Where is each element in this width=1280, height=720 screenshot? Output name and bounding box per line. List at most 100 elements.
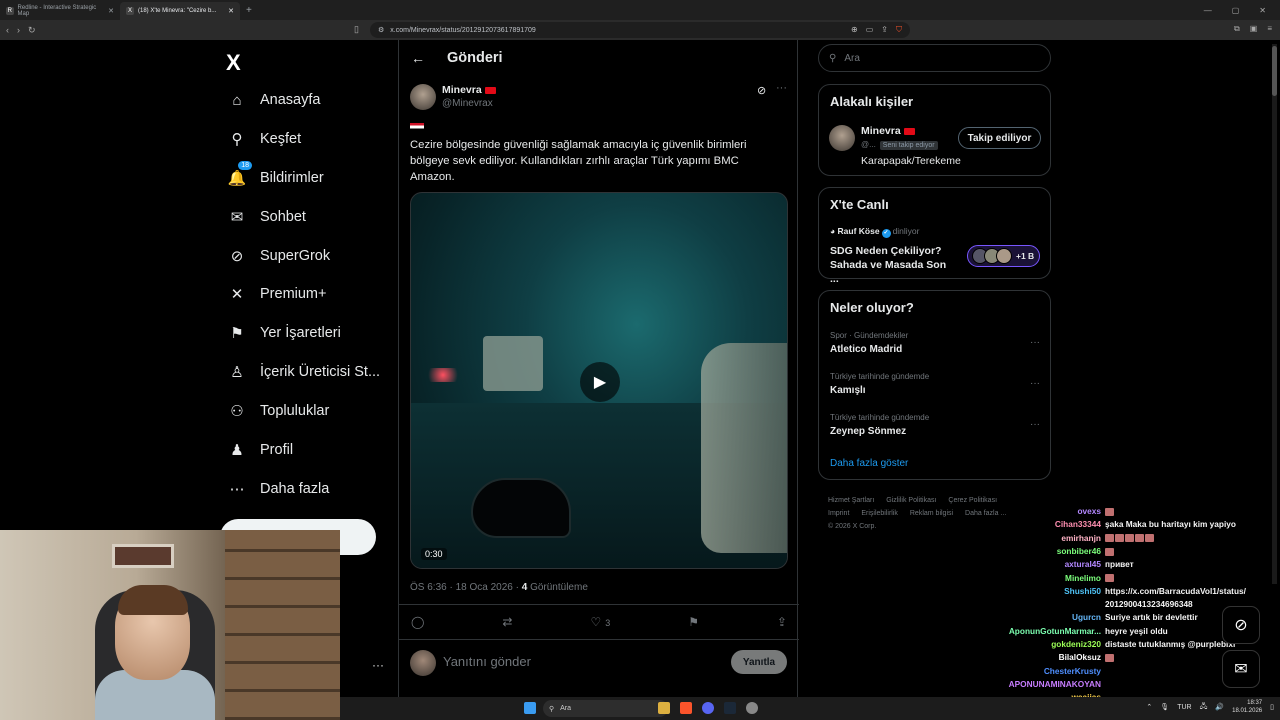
live-card[interactable]: X'te Canlı ◕ Rauf Köse ✓ dinliyor SDG Nede… — [818, 187, 1051, 285]
site-info-icon[interactable]: ⚙ — [378, 26, 384, 34]
footer-link[interactable]: Reklam bilgisi — [910, 510, 953, 517]
chat-username[interactable]: AponunGotunMarmar... — [990, 625, 1105, 638]
chat-username[interactable]: sonbiber46 — [990, 545, 1105, 558]
show-more-link[interactable]: Daha fazla göster — [830, 458, 908, 469]
volume-icon[interactable]: 🔊 — [1215, 703, 1224, 711]
zoom-icon[interactable]: ⊕ — [851, 25, 858, 35]
footer-link[interactable]: Imprint — [828, 510, 849, 517]
extensions-icon[interactable]: ⧉ — [1234, 24, 1240, 34]
notification-icon[interactable]: ▯ — [1270, 703, 1274, 711]
folder-icon[interactable] — [658, 702, 670, 714]
forward-nav-icon[interactable]: › — [17, 25, 20, 35]
live-listeners-pill[interactable]: +1 B — [967, 245, 1040, 267]
reload-icon[interactable]: ↻ — [28, 25, 36, 36]
new-tab-icon[interactable]: + — [240, 2, 258, 20]
browser-tab-x[interactable]: X (18) X'te Minevra: "Cezire b... ✕ — [120, 2, 240, 20]
messages-overlay-icon[interactable]: ✉ — [1222, 650, 1260, 688]
chat-username[interactable]: Cihan33344 — [990, 518, 1105, 531]
chat-username[interactable]: APONUNAMINAKOYAN — [990, 678, 1105, 691]
app-icon[interactable] — [746, 702, 758, 714]
discord-icon[interactable] — [702, 702, 714, 714]
trend-more-icon[interactable]: ··· — [1030, 378, 1040, 389]
browser-tab-redline[interactable]: R Redline - Interactive Strategic Map ✕ — [0, 2, 120, 20]
url-field[interactable]: ⚙ x.com/Minevrax/status/2012912073617891… — [370, 22, 910, 38]
author-name[interactable]: Minevra — [442, 84, 496, 96]
language-indicator[interactable]: TUR — [1177, 704, 1191, 711]
nav-item-premium[interactable]: ✕ Premium+ — [228, 281, 327, 307]
post-timestamp[interactable]: ÖS 6:36 · 18 Oca 2026 · — [410, 582, 522, 593]
chat-username[interactable]: axtural45 — [990, 558, 1105, 571]
wallet-icon[interactable]: ▣ — [1250, 24, 1258, 34]
nav-item-bildirimler[interactable]: 🔔 18 Bildirimler — [228, 161, 324, 191]
x-logo-icon[interactable]: X — [226, 50, 241, 76]
following-button[interactable]: Takip ediliyor — [958, 127, 1041, 149]
nav-item-keşfet[interactable]: ⚲ Keşfet — [228, 126, 302, 152]
reply-button[interactable]: Yanıtla — [731, 650, 787, 674]
chat-username[interactable]: emirhanjn — [990, 532, 1105, 545]
play-icon[interactable]: ▶ — [580, 362, 620, 402]
windows-start-icon[interactable] — [524, 702, 536, 714]
grok-overlay-icon[interactable]: ⊘ — [1222, 606, 1260, 644]
chat-username[interactable] — [990, 598, 1105, 611]
search-input[interactable]: ⚲ Ara — [818, 44, 1051, 72]
back-arrow-icon[interactable]: ← — [411, 50, 425, 66]
chat-username[interactable]: ChesterKrusty — [990, 665, 1105, 678]
nav-item-anasayfa[interactable]: ⌂ Anasayfa — [228, 87, 320, 113]
author-handle[interactable]: @Minevrax — [442, 98, 493, 109]
more-options-icon[interactable]: ··· — [776, 82, 787, 94]
share-icon[interactable]: ⇪ — [881, 25, 888, 35]
taskbar-search[interactable]: ⚲ Ara — [543, 700, 668, 717]
trend-more-icon[interactable]: ··· — [1030, 419, 1040, 430]
close-window-icon[interactable]: ✕ — [1259, 6, 1266, 15]
cast-icon[interactable]: ▭ — [866, 25, 874, 35]
nav-item-sohbet[interactable]: ✉ Sohbet — [228, 204, 306, 230]
mic-icon[interactable]: 🎙 — [1160, 703, 1169, 711]
network-icon[interactable]: 🖧 — [1200, 702, 1208, 713]
nav-item-yer-i-şaretleri[interactable]: ⚑ Yer İşaretleri — [228, 320, 341, 346]
chat-username[interactable]: gokdeniz320 — [990, 638, 1105, 651]
close-tab-icon[interactable]: ✕ — [228, 7, 234, 15]
footer-link[interactable]: Gizlilik Politikası — [886, 497, 936, 504]
back-nav-icon[interactable]: ‹ — [6, 25, 9, 35]
menu-icon[interactable]: ≡ — [1267, 24, 1272, 34]
trend-item[interactable]: Spor · Gündemdekiler Atletico Madrid ··· — [830, 331, 1040, 355]
nav-item-supergrok[interactable]: ⊘ SuperGrok — [228, 243, 330, 269]
related-name[interactable]: Minevra — [861, 125, 915, 137]
trend-item[interactable]: Türkiye tarihinde gündemde Kamışlı ··· — [830, 372, 1040, 396]
bookmark-icon[interactable]: ⚑ — [688, 615, 699, 629]
reply-icon[interactable]: ◯ — [411, 615, 424, 629]
close-tab-icon[interactable]: ✕ — [108, 7, 114, 15]
author-avatar[interactable] — [410, 84, 436, 110]
scrollbar-thumb[interactable] — [1272, 46, 1277, 96]
bookmark-page-icon[interactable]: ▯ — [354, 24, 359, 35]
reply-input[interactable]: Yanıtını gönder — [443, 654, 531, 669]
chat-username[interactable]: Shushi50 — [990, 585, 1105, 598]
chat-username[interactable]: ovexs — [990, 505, 1105, 518]
chat-username[interactable]: Ugurcn — [990, 611, 1105, 624]
nav-item-i-çerik-üreticisi-st[interactable]: ♙ İçerik Üreticisi St... — [228, 359, 380, 385]
brave-icon[interactable] — [680, 702, 692, 714]
nav-item-daha-fazla[interactable]: ⋯ Daha fazla — [228, 476, 330, 502]
clock[interactable]: 18:37 18.01.2026 — [1232, 699, 1262, 715]
trend-item[interactable]: Türkiye tarihinde gündemde Zeynep Sönmez… — [830, 413, 1040, 437]
like-button[interactable]: ♡ 3 — [590, 615, 610, 629]
share-icon[interactable]: ⇪ — [777, 615, 787, 629]
maximize-icon[interactable]: ▢ — [1232, 6, 1240, 15]
grok-icon[interactable]: ⊘ — [757, 84, 766, 97]
video-player[interactable]: ▶ 0:30 — [410, 192, 788, 569]
tray-expand-icon[interactable]: ⌃ — [1146, 703, 1152, 711]
chat-username[interactable]: BilalOksuz — [990, 651, 1105, 664]
brave-shield-icon[interactable]: ⛉ — [896, 25, 902, 35]
steam-icon[interactable] — [724, 702, 736, 714]
nav-item-profil[interactable]: ♟ Profil — [228, 437, 293, 463]
trend-more-icon[interactable]: ··· — [1030, 337, 1040, 348]
repost-icon[interactable]: ⇄ — [502, 615, 512, 629]
footer-link[interactable]: Hizmet Şartları — [828, 497, 874, 504]
chat-username[interactable]: Minelimo — [990, 572, 1105, 585]
nav-item-topluluklar[interactable]: ⚇ Topluluklar — [228, 398, 329, 424]
related-avatar[interactable] — [829, 125, 855, 151]
minimize-icon[interactable]: — — [1204, 6, 1212, 15]
user-avatar[interactable] — [410, 650, 436, 676]
footer-link[interactable]: Erişilebilirlik — [861, 510, 898, 517]
account-more-icon[interactable]: ··· — [372, 658, 384, 672]
